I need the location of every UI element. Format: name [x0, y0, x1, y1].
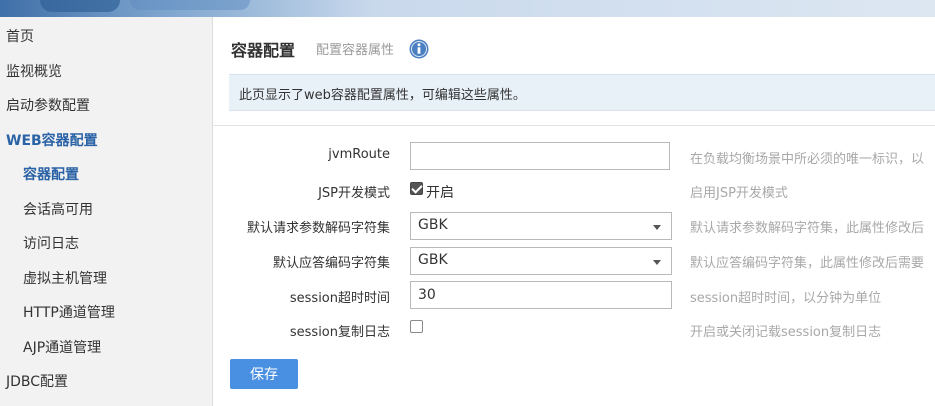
jvmroute-label: jvmRoute — [328, 147, 390, 162]
chevron-down-icon — [653, 260, 661, 265]
session-timeout-help: session超时时间，以分钟为单位 — [690, 291, 882, 306]
jsp-dev-mode-checkbox[interactable] — [410, 182, 423, 195]
sidebar-item-session-ha[interactable]: 会话高可用 — [23, 199, 93, 219]
jsp-dev-mode-help: 启用JSP开发模式 — [690, 186, 788, 201]
response-charset-select[interactable]: GBK — [410, 247, 672, 275]
sidebar-item-monitor-overview[interactable]: 监视概览 — [6, 61, 62, 81]
session-log-help: 开启或关闭记载session复制日志 — [690, 325, 882, 340]
page-title: 容器配置 — [231, 41, 296, 60]
sidebar-item-access-log[interactable]: 访问日志 — [23, 233, 79, 253]
request-charset-select[interactable]: GBK — [410, 212, 672, 240]
chevron-down-icon — [653, 225, 661, 230]
info-notice: 此页显示了web容器配置属性，可编辑这些属性。 — [229, 74, 935, 111]
session-log-checkbox[interactable] — [410, 320, 423, 333]
jvmroute-input[interactable] — [410, 142, 670, 170]
jsp-dev-mode-check-label[interactable]: 开启 — [426, 182, 454, 202]
logo-text-decoration — [130, 0, 250, 10]
top-banner — [0, 0, 935, 17]
divider — [213, 125, 935, 126]
request-charset-help: 默认请求参数解码字符集，此属性修改后 — [690, 221, 925, 236]
sidebar-item-ajp-channel[interactable]: AJP通道管理 — [23, 337, 101, 357]
sidebar-item-startup-params[interactable]: 启动参数配置 — [6, 95, 90, 115]
sidebar-item-web-container[interactable]: WEB容器配置 — [6, 130, 98, 150]
request-charset-value: GBK — [418, 217, 448, 233]
sidebar-item-http-channel[interactable]: HTTP通道管理 — [23, 302, 115, 322]
jsp-dev-mode-label: JSP开发模式 — [318, 186, 390, 201]
session-timeout-label: session超时时间 — [289, 291, 390, 306]
response-charset-label: 默认应答编码字符集 — [272, 256, 390, 271]
logo — [40, 0, 120, 12]
save-button[interactable]: 保存 — [230, 359, 298, 389]
sidebar-item-container-config[interactable]: 容器配置 — [23, 164, 79, 184]
sidebar-item-virtual-host[interactable]: 虚拟主机管理 — [23, 268, 107, 288]
notice-text: 此页显示了web容器配置属性，可编辑这些属性。 — [239, 88, 526, 103]
session-timeout-input[interactable] — [410, 281, 672, 309]
response-charset-help: 默认应答编码字符集，此属性修改后需要 — [690, 256, 925, 271]
page-subtitle: 配置容器属性 — [316, 43, 395, 58]
session-log-label: session复制日志 — [289, 325, 390, 340]
sidebar-item-jdbc-config[interactable]: JDBC配置 — [6, 371, 68, 391]
request-charset-label: 默认请求参数解码字符集 — [246, 221, 390, 236]
sidebar: 首页 监视概览 启动参数配置 WEB容器配置 容器配置 会话高可用 访问日志 虚… — [0, 17, 213, 406]
info-icon[interactable] — [409, 39, 429, 59]
jvmroute-help: 在负载均衡场景中所必须的唯一标识，以 — [690, 152, 925, 167]
response-charset-value: GBK — [418, 252, 448, 268]
sidebar-item-home[interactable]: 首页 — [6, 26, 34, 46]
